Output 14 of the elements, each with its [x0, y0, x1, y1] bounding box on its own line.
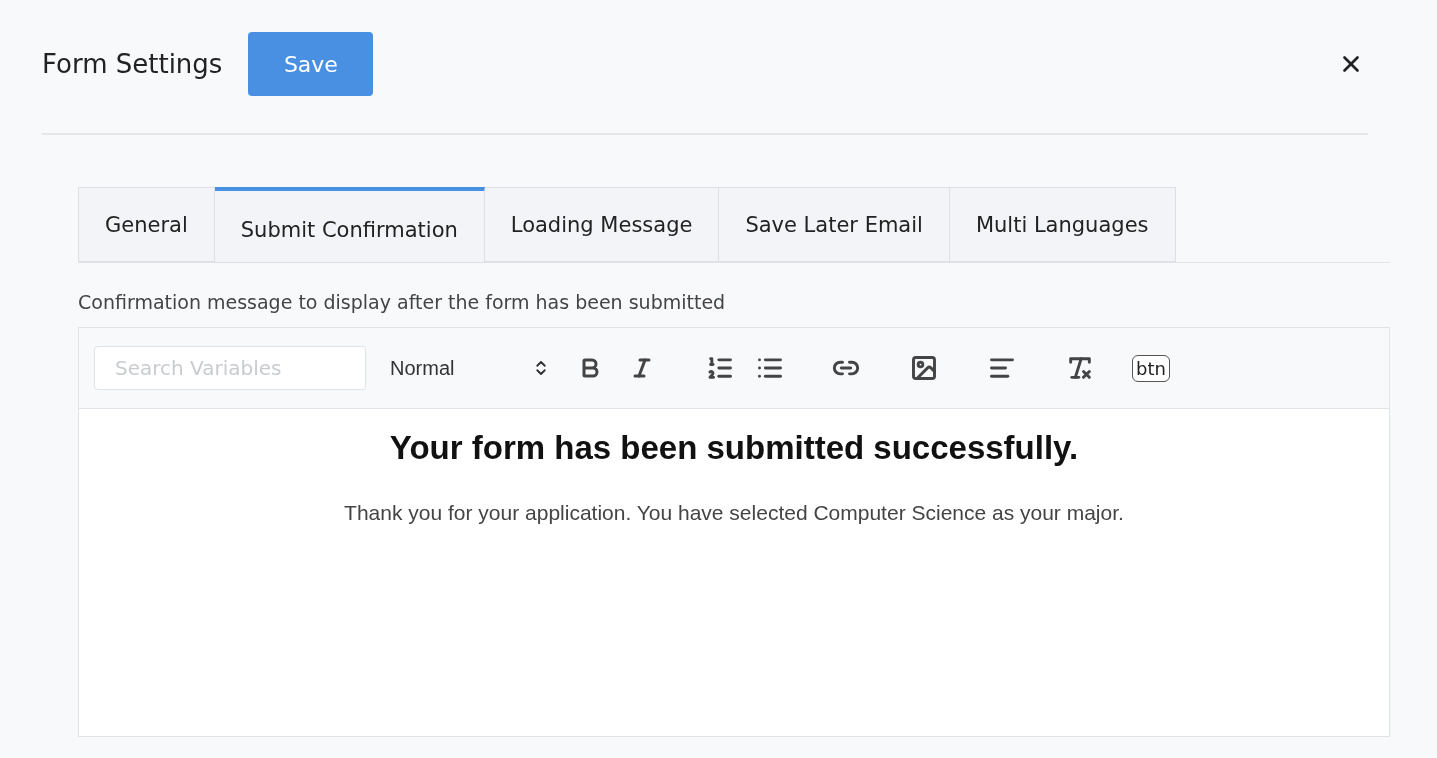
image-icon[interactable] — [910, 354, 938, 382]
tab[interactable]: Loading Message — [484, 187, 720, 262]
description-text: Confirmation message to display after the form has been submitted — [78, 291, 727, 313]
success-heading: Your form has been submitted successfully. — [388, 429, 1080, 467]
page-title: Form Settings — [42, 49, 223, 79]
body-text: Thank you for your application. You have selected Computer Science as your major. — [343, 501, 1125, 525]
format-select[interactable]: Normal — [390, 356, 550, 380]
tab[interactable]: Multi Languages — [949, 187, 1176, 262]
ordered-list-icon[interactable] — [706, 354, 734, 382]
tab[interactable]: General — [78, 187, 215, 262]
insert-button-tool[interactable]: btn — [1132, 354, 1170, 382]
tab[interactable]: Save Later Email — [719, 187, 950, 262]
clear-format-icon[interactable] — [1066, 354, 1094, 382]
tab[interactable]: Submit Confirmation — [214, 187, 485, 263]
